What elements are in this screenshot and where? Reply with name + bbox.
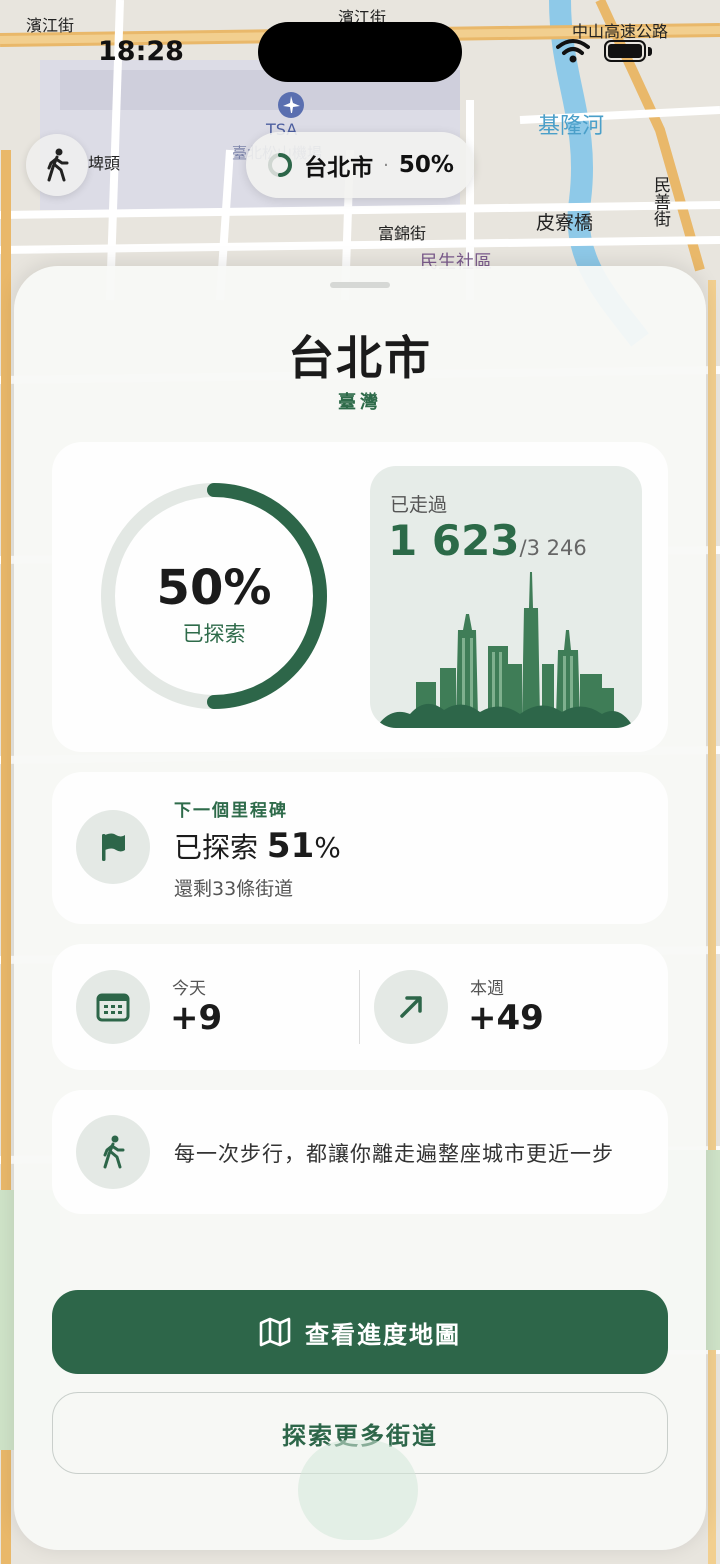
stats-divider — [359, 970, 360, 1044]
walked-count-value: 1 623 — [388, 516, 520, 565]
status-time: 18:28 — [98, 36, 184, 67]
explored-label: 已探索 — [182, 622, 246, 646]
map-label-minshan: 民善街 — [650, 176, 670, 227]
tab-bar-ghost — [298, 1440, 418, 1540]
sheet-grabber[interactable] — [330, 282, 390, 288]
walked-count: 1 623/3 246 — [388, 516, 587, 565]
trend-arrow-icon — [400, 996, 422, 1018]
view-progress-map-button[interactable]: 查看進度地圖 — [52, 1290, 668, 1374]
progress-ring-icon — [268, 153, 293, 177]
flag-icon — [102, 833, 125, 861]
battery-icon — [604, 40, 646, 62]
city-skyline-illustration — [376, 572, 634, 728]
sheet-subtitle: 臺灣 — [338, 392, 382, 413]
explored-percent: 50% — [156, 560, 272, 616]
motivation-text: 每一次步行，都讓你離走遍整座城市更近一步 — [174, 1142, 614, 1166]
map-label-piliao-bridge: 皮寮橋 — [536, 212, 594, 234]
status-bar: 18:28 — [0, 0, 720, 100]
walker-icon — [103, 1135, 125, 1169]
walked-total: /3 246 — [519, 536, 587, 560]
pill-separator: · — [383, 154, 389, 176]
milestone-value: 51 — [266, 826, 315, 866]
walked-label: 已走過 — [390, 494, 448, 516]
milestone-kicker: 下一個里程碑 — [174, 801, 288, 821]
week-label: 本週 — [470, 979, 504, 999]
milestone-prefix: 已探索 — [174, 831, 267, 864]
city-detail-sheet: 台北市 臺灣 50% 已探索 已走過 1 623/3 246 下一個里程碑 已探… — [14, 266, 706, 1550]
today-value: +9 — [170, 998, 223, 1038]
walked-streets-box: 已走過 1 623/3 246 — [370, 466, 642, 728]
map-label-pitou: 埤頭 — [88, 154, 121, 173]
walk-mode-button[interactable] — [26, 134, 88, 196]
milestone-unit: % — [314, 831, 341, 864]
calendar-icon-circle — [76, 970, 150, 1044]
map-label-keelung-river: 基隆河 — [538, 114, 605, 139]
view-progress-map-label: 查看進度地圖 — [305, 1320, 461, 1349]
calendar-icon — [96, 993, 130, 1022]
pill-city-name: 台北市 — [304, 155, 374, 181]
stats-card: 今天 +9 本週 +49 — [52, 944, 668, 1070]
wifi-icon — [556, 39, 590, 63]
week-value: +49 — [468, 998, 544, 1038]
motivation-card: 每一次步行，都讓你離走遍整座城市更近一步 — [52, 1090, 668, 1214]
map-icon — [259, 1317, 291, 1347]
today-label: 今天 — [172, 979, 206, 999]
flag-icon-circle — [76, 810, 150, 884]
pill-percent: 50% — [398, 152, 454, 178]
walk-icon — [47, 148, 69, 182]
trend-icon-circle — [374, 970, 448, 1044]
city-progress-pill[interactable]: 台北市 · 50% — [246, 132, 474, 198]
milestone-target: 已探索 51% — [174, 826, 341, 866]
milestone-remaining: 還剩33條街道 — [174, 878, 294, 900]
sheet-title: 台北市 — [288, 331, 432, 385]
battery-cap — [648, 47, 652, 56]
milestone-card[interactable]: 下一個里程碑 已探索 51% 還剩33條街道 — [52, 772, 668, 924]
progress-card: 50% 已探索 已走過 1 623/3 246 — [52, 442, 668, 752]
map-label-fujin-street: 富錦街 — [378, 224, 427, 243]
dynamic-island — [258, 22, 462, 82]
walker-icon-circle — [76, 1115, 150, 1189]
